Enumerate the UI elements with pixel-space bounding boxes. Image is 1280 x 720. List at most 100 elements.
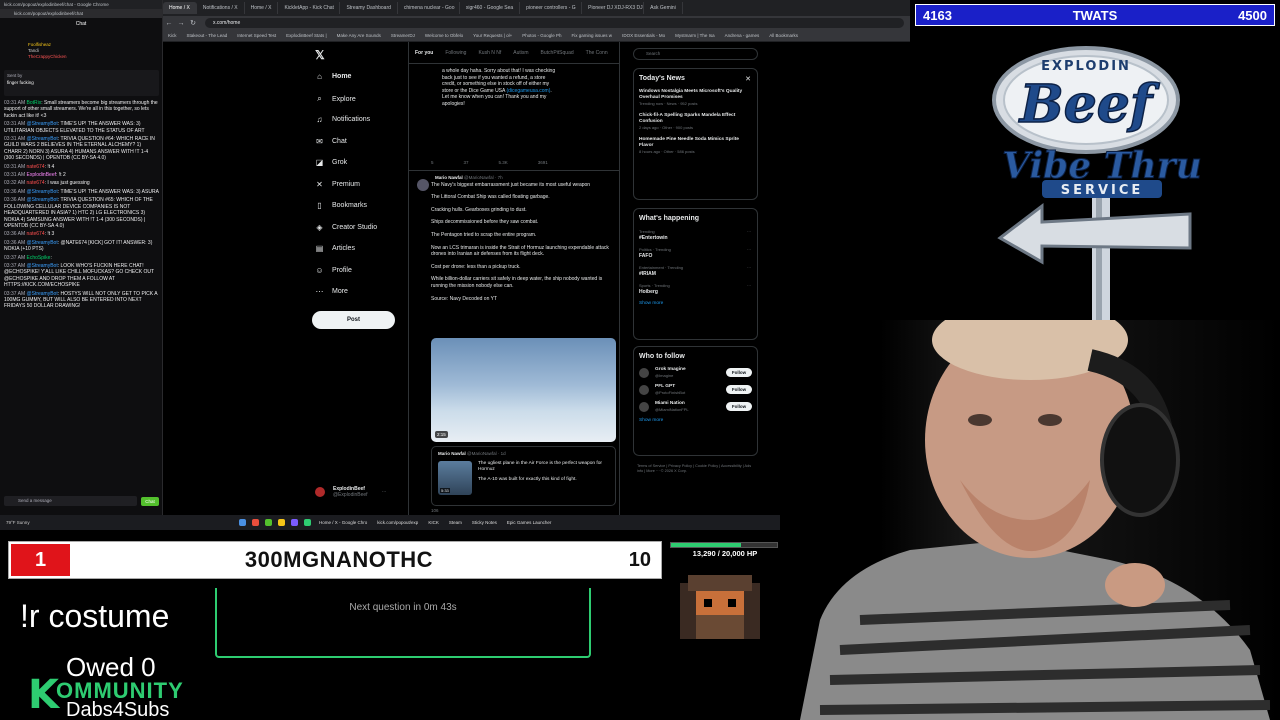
chat-username[interactable]: @StreamyBot (27, 291, 58, 297)
trend-item[interactable]: Sports · Trending Hoiberg ··· (634, 280, 757, 298)
reload-icon[interactable]: ↻ (187, 19, 199, 27)
tab-autism[interactable]: Autism (507, 50, 534, 56)
tweet-author[interactable]: Mario Nawfal (435, 175, 463, 180)
trend-item[interactable]: Entertainment · Trending #IRIAM ··· (634, 262, 757, 280)
taskbar-app-icon[interactable] (239, 519, 246, 526)
weather-widget[interactable]: 79°F Sunny (6, 520, 236, 525)
bookmark-item[interactable]: Your Requests | ol+ (468, 33, 517, 38)
sidebar-item-premium[interactable]: ✕ Premium (315, 180, 360, 189)
view-count[interactable]: 3691 (538, 160, 548, 165)
trend-item[interactable]: Politics · Trending FAFO ··· (634, 244, 757, 262)
tab-kush-n-nf[interactable]: Kush N Nf (472, 50, 507, 56)
browser-tab[interactable]: chimena nuclear - Goo (398, 2, 460, 14)
more-dots-icon[interactable]: ··· (382, 489, 387, 495)
like-count[interactable]: 5.3K (499, 160, 508, 165)
browser-tab[interactable]: xigr460 - Google Sea (460, 2, 521, 14)
taskbar-app[interactable]: Steam (444, 520, 467, 525)
taskbar-app[interactable]: Epic Games Launcher (502, 520, 557, 525)
chat-username[interactable]: nate674 (27, 231, 45, 237)
follow-button[interactable]: Follow (726, 385, 752, 394)
chat-username[interactable]: @StreamyBot (27, 121, 58, 127)
bookmark-item[interactable]: Welcome to Obfelo (420, 33, 468, 38)
chat-username[interactable]: ExplodinBeef (27, 172, 56, 178)
tab-butchpitsquad[interactable]: ButchPitSquad (535, 50, 580, 56)
taskbar-app[interactable]: KICK (423, 520, 444, 525)
x-logo-icon[interactable]: 𝕏 (315, 48, 325, 62)
follow-name[interactable]: Miami Nation (655, 401, 685, 406)
taskbar-app-icon[interactable] (278, 519, 285, 526)
more-dots-icon[interactable]: ··· (747, 247, 751, 253)
sidebar-item-explore[interactable]: ⌕ Explore (315, 94, 355, 104)
chat-username[interactable]: @StreamyBot (27, 136, 58, 142)
sidebar-item-more[interactable]: ⋯ More (315, 287, 348, 296)
taskbar-app[interactable]: Sticky Notes (467, 520, 502, 525)
post-button[interactable]: Post (312, 311, 395, 329)
tab-the-conn[interactable]: The Conn (580, 50, 614, 56)
sidebar-item-creator-studio[interactable]: ◈ Creator Studio (315, 223, 377, 232)
browser-tab[interactable]: Home / X (245, 2, 279, 14)
browser-tab[interactable]: Pioneer DJ XDJ-RX3 DJ (582, 2, 645, 14)
x-footer[interactable]: Terms of Service | Privacy Policy | Cook… (637, 464, 757, 474)
taskbar-app[interactable]: Home / X - Google Chro (314, 520, 372, 525)
tab-following[interactable]: Following (439, 50, 472, 56)
tab-for-you[interactable]: For you (409, 50, 439, 56)
forward-icon[interactable]: → (175, 20, 187, 27)
show-more-link[interactable]: Show more (634, 298, 757, 312)
bookmark-item[interactable]: ExplodinBeef Stats | (281, 33, 331, 38)
avatar[interactable] (639, 401, 649, 412)
sidebar-item-home[interactable]: ⌂ Home (315, 72, 351, 81)
reply-count[interactable]: 5 (431, 160, 434, 165)
taskbar-app-icon[interactable] (252, 519, 259, 526)
show-more-link[interactable]: Show more (634, 415, 757, 429)
browser-tab[interactable]: Notifications / X (197, 2, 245, 14)
sidebar-item-grok[interactable]: ◪ Grok (315, 158, 347, 167)
account-switcher[interactable]: ExplodinBeef @ExplodinBeef ··· (315, 486, 387, 498)
trend-item[interactable]: Trending #Entertowin ··· (634, 226, 757, 244)
bookmark-item[interactable]: IDOX Essentials - Mo (617, 33, 670, 38)
more-dots-icon[interactable]: ··· (747, 229, 751, 235)
news-item[interactable]: Chick-fil-A Spelling Sparks Mandela Effe… (634, 110, 757, 134)
news-item[interactable]: Homemade Pine Needle Soda Mimics Sprite … (634, 134, 757, 158)
follow-button[interactable]: Follow (726, 368, 752, 377)
chat-username[interactable]: @StreamyBot (27, 263, 58, 269)
bookmark-item[interactable]: Stakeout - The Lead (182, 33, 233, 38)
bookmark-item[interactable]: Internet Speed Test (232, 33, 281, 38)
sidebar-item-chat[interactable]: ✉ Chat (315, 137, 347, 146)
sidebar-item-bookmarks[interactable]: ▯ Bookmarks (315, 201, 367, 210)
quote-thumbnail[interactable]: 5:33 (438, 461, 472, 495)
news-item[interactable]: Windows Nostalgia Meets Microsoft's Qual… (634, 86, 757, 110)
taskbar-app-icon[interactable] (291, 519, 298, 526)
follow-name[interactable]: PFL GPT (655, 384, 675, 389)
quote-tweet[interactable]: Mario Nawfal @MarioNawfal · 1d 5:33 The … (431, 446, 616, 506)
browser-tab[interactable]: KickletApp - Kick Chat (278, 2, 341, 14)
chat-message-input[interactable]: Send a message (4, 496, 137, 506)
more-dots-icon[interactable]: ··· (747, 265, 751, 271)
avatar[interactable] (639, 367, 649, 378)
sidebar-item-notifications[interactable]: ♫ Notifications (315, 115, 371, 124)
bookmark-item[interactable]: Kick (163, 33, 182, 38)
chat-username[interactable]: @StreamyBot (27, 240, 58, 246)
chat-username[interactable]: nate674 (27, 180, 45, 186)
pinned-message[interactable]: Sent by finger fucking (4, 70, 159, 96)
url-field[interactable]: x.com/home (205, 18, 904, 28)
taskbar-app-icon[interactable] (304, 519, 311, 526)
more-dots-icon[interactable]: ··· (747, 283, 751, 289)
follow-button[interactable]: Follow (726, 402, 752, 411)
chat-username[interactable]: EchoSpike (27, 255, 51, 261)
chat-window-url[interactable]: kick.com/popout/explodinbeef/chat (0, 9, 162, 18)
taskbar-app-icon[interactable] (265, 519, 272, 526)
avatar[interactable] (639, 384, 649, 395)
follow-name[interactable]: Grok Imagine (655, 367, 686, 372)
chat-send-button[interactable]: Chat (141, 496, 159, 506)
bookmark-item[interactable]: Andrena - games (720, 33, 765, 38)
bookmark-item[interactable]: Fix gaming issues w (567, 33, 618, 38)
bookmark-item[interactable]: Photos - Google Ph (517, 33, 566, 38)
sidebar-item-profile[interactable]: ☺ Profile (315, 266, 351, 275)
bookmark-item[interactable]: Make Any Are Sounds (332, 33, 386, 38)
tweet-link[interactable]: (dicegameusa.com) (506, 88, 550, 94)
chat-username[interactable]: @StreamyBot (27, 197, 58, 203)
video-player[interactable]: 2:15 (431, 338, 616, 442)
browser-tab[interactable]: Ask Gemini (644, 2, 683, 14)
chat-username[interactable]: BotRix (27, 100, 42, 106)
tweet[interactable]: Mario Nawfal @MarioNawfal · 7h The Navy'… (409, 170, 619, 308)
